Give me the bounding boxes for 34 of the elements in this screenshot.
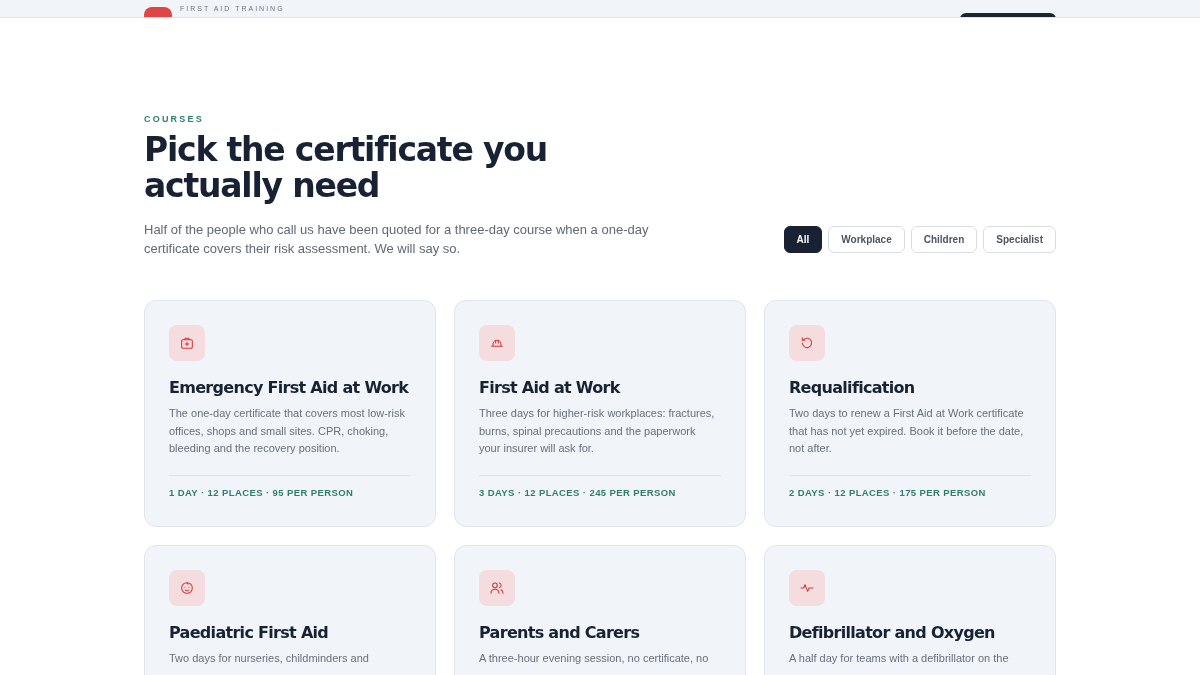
section-eyebrow: COURSES xyxy=(144,114,205,124)
pulse-icon xyxy=(789,570,825,606)
course-description: A half day for teams with a defibrillator on the xyxy=(789,651,1010,666)
first-aid-kit-icon xyxy=(169,325,205,361)
intro-paragraph: Half of the people who call us have been quoted for a three-day course when a one-day certificate covers their risk assessment. We will say so. xyxy=(144,221,650,258)
course-card[interactable]: Paediatric First Aid Two days for nurseries, childminders and xyxy=(144,545,436,675)
course-description: Three days for higher-risk workplaces: fractures, burns, spinal precautions and the paperwork your insurer will ask for. xyxy=(479,406,715,456)
course-description: The one-day certificate that covers most low-risk offices, shops and small sites. CPR, choking, bleeding and the recovery position. xyxy=(169,406,405,456)
filter-tab[interactable]: Children xyxy=(910,225,978,253)
baby-face-icon xyxy=(169,570,205,606)
course-title: Defibrillator and Oxygen xyxy=(789,623,996,642)
course-title: Parents and Carers xyxy=(479,623,641,642)
people-icon xyxy=(479,570,515,606)
course-title: Paediatric First Aid xyxy=(169,623,330,642)
filter-tab[interactable]: All xyxy=(783,225,823,253)
course-details: 1 DAY · 12 PLACES · 95 PER PERSON xyxy=(169,474,411,498)
filter-tab[interactable]: Workplace xyxy=(828,225,905,253)
course-card[interactable]: Defibrillator and Oxygen A half day for teams with a defibrillator on the xyxy=(764,545,1056,675)
course-card[interactable]: Requalification Two days to renew a First Aid at Work certificate that has not yet expired. Book it before the date, not after. 2 DAYS · 12 PLACES · 175 PER PERSON xyxy=(764,300,1056,527)
filter-tab[interactable]: Specialist xyxy=(983,225,1056,253)
course-card[interactable]: Parents and Carers A three-hour evening session, no certificate, no xyxy=(454,545,746,675)
course-card[interactable]: First Aid at Work Three days for higher-risk workplaces: fractures, burns, spinal precautions and the paperwork your insurer will ask for. 3 DAYS · 12 PLACES · 245 PER PERSON xyxy=(454,300,746,527)
course-title: Requalification xyxy=(789,378,916,397)
refresh-icon xyxy=(789,325,825,361)
course-title: Emergency First Aid at Work xyxy=(169,378,410,397)
course-details: 2 DAYS · 12 PLACES · 175 PER PERSON xyxy=(789,474,1031,498)
section-heading: Pick the certificate you actually need xyxy=(144,132,548,204)
course-description: Two days for nurseries, childminders and xyxy=(169,651,370,666)
course-title: First Aid at Work xyxy=(479,378,622,397)
hard-hat-icon xyxy=(479,325,515,361)
course-details: 3 DAYS · 12 PLACES · 245 PER PERSON xyxy=(479,474,721,498)
course-description: A three-hour evening session, no certificate, no xyxy=(479,651,710,666)
course-card[interactable]: Emergency First Aid at Work The one-day certificate that covers most low-risk offices, shops and small sites. CPR, choking, bleeding and the recovery position. 1 DAY · 12 PLACES · 95 PER PERSON xyxy=(144,300,436,527)
course-description: Two days to renew a First Aid at Work certificate that has not yet expired. Book it before the date, not after. xyxy=(789,406,1025,456)
